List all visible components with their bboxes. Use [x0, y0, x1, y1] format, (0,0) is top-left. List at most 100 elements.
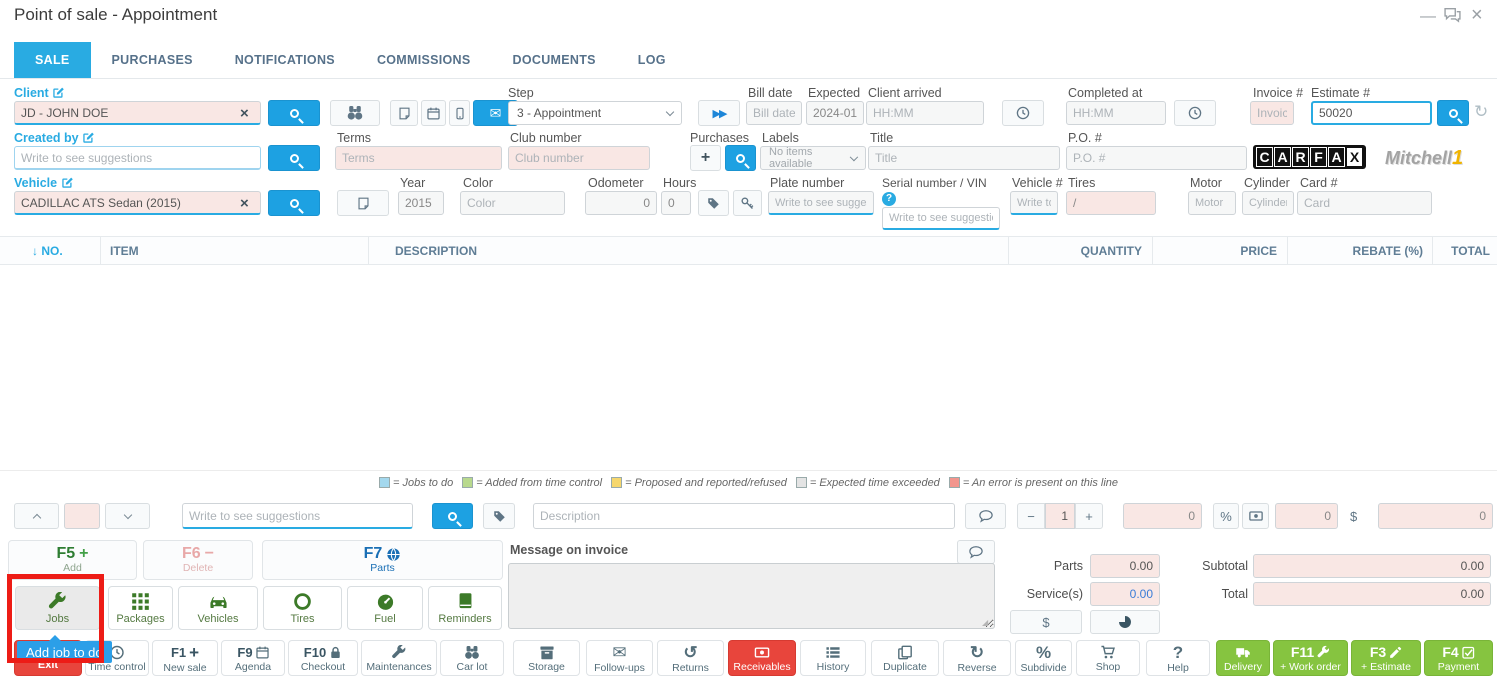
- shop-button[interactable]: Shop: [1076, 640, 1140, 676]
- new-sale-button[interactable]: F1+New sale: [152, 640, 218, 676]
- car-lot-button[interactable]: Car lot: [440, 640, 504, 676]
- f6-delete-button[interactable]: F6− Delete: [143, 540, 253, 580]
- estimate-search-button[interactable]: [1437, 100, 1469, 126]
- percent-button[interactable]: %: [1213, 503, 1239, 529]
- checkout-button[interactable]: F10Checkout: [288, 640, 358, 676]
- created-by-input[interactable]: [14, 146, 261, 170]
- resize-handle-icon[interactable]: ◢: [982, 618, 988, 627]
- client-search-button[interactable]: [268, 100, 320, 126]
- qty-minus-button[interactable]: −: [1017, 503, 1045, 529]
- tires-button[interactable]: Tires: [263, 586, 342, 630]
- subdivide-button[interactable]: %Subdivide: [1015, 640, 1072, 676]
- reverse-button[interactable]: ↻Reverse: [943, 640, 1011, 676]
- parts-total-input[interactable]: [1090, 554, 1160, 578]
- labels-select[interactable]: No items available: [760, 146, 866, 170]
- vehicle-search-button[interactable]: [268, 190, 320, 216]
- fuel-button[interactable]: Fuel: [347, 586, 423, 630]
- club-number-input[interactable]: [508, 146, 650, 170]
- odometer-input[interactable]: [585, 191, 657, 215]
- tab-documents[interactable]: DOCUMENTS: [492, 42, 617, 78]
- step-advance-button[interactable]: ▶▶: [698, 100, 740, 126]
- clear-client-icon[interactable]: ×: [240, 106, 249, 121]
- work-order-button[interactable]: F11+ Work order: [1273, 640, 1348, 676]
- message-textarea[interactable]: [508, 563, 995, 629]
- serial-input[interactable]: [882, 207, 1000, 230]
- description-input[interactable]: [533, 503, 955, 529]
- price-input[interactable]: [1123, 503, 1202, 529]
- rebate-input[interactable]: [1275, 503, 1338, 529]
- bill-date-input[interactable]: [746, 101, 802, 125]
- storage-button[interactable]: Storage: [513, 640, 580, 676]
- payment-button[interactable]: F4Payment: [1424, 640, 1493, 676]
- expected-input[interactable]: [806, 101, 864, 125]
- money-button[interactable]: [1242, 503, 1269, 529]
- estimate-button[interactable]: F3+ Estimate: [1351, 640, 1421, 676]
- line-up-button[interactable]: [14, 503, 59, 529]
- invoice-input[interactable]: [1250, 101, 1294, 125]
- jobs-button[interactable]: Jobs: [15, 586, 100, 630]
- breakdown-button[interactable]: [1090, 610, 1160, 634]
- packages-button[interactable]: Packages: [108, 586, 173, 630]
- tab-log[interactable]: LOG: [617, 42, 687, 78]
- maintenances-button[interactable]: Maintenances: [361, 640, 437, 676]
- close-icon[interactable]: ×: [1471, 4, 1483, 27]
- column-total[interactable]: TOTAL: [1400, 244, 1490, 258]
- card-input[interactable]: [1297, 191, 1432, 215]
- chat-icon[interactable]: [1443, 7, 1462, 24]
- column-no[interactable]: ↓ NO.: [32, 244, 63, 258]
- client-input[interactable]: [14, 101, 261, 125]
- delivery-button[interactable]: Delivery: [1216, 640, 1270, 676]
- column-quantity[interactable]: QUANTITY: [1042, 244, 1142, 258]
- reminders-button[interactable]: Reminders: [428, 586, 502, 630]
- tab-sale[interactable]: SALE: [14, 42, 91, 78]
- follow-ups-button[interactable]: ✉Follow-ups: [586, 640, 653, 676]
- message-comment-button[interactable]: [957, 540, 995, 564]
- help-button[interactable]: ?Help: [1146, 640, 1210, 676]
- returns-button[interactable]: ↺Returns: [657, 640, 724, 676]
- purchases-add-button[interactable]: +: [690, 145, 721, 171]
- services-total-input[interactable]: [1090, 582, 1160, 606]
- tab-notifications[interactable]: NOTIFICATIONS: [214, 42, 356, 78]
- hours-input[interactable]: [661, 191, 691, 215]
- help-icon[interactable]: ?: [882, 192, 896, 206]
- column-price[interactable]: PRICE: [1177, 244, 1277, 258]
- qty-input[interactable]: [1045, 503, 1075, 529]
- cylinder-input[interactable]: [1242, 191, 1294, 215]
- tab-commissions[interactable]: COMMISSIONS: [356, 42, 492, 78]
- estimate-input[interactable]: [1311, 101, 1432, 125]
- carfax-logo[interactable]: CARFAX: [1253, 145, 1366, 169]
- item-search-input[interactable]: [182, 503, 413, 529]
- mitchell1-logo[interactable]: Mitchell1: [1385, 147, 1463, 170]
- items-table-body[interactable]: [0, 265, 1497, 471]
- clear-vehicle-icon[interactable]: ×: [240, 196, 249, 211]
- step-select[interactable]: 3 - Appointment: [508, 101, 682, 125]
- item-search-button[interactable]: [432, 503, 473, 529]
- created-by-search-button[interactable]: [268, 145, 320, 171]
- column-item[interactable]: ITEM: [110, 244, 139, 258]
- column-description[interactable]: DESCRIPTION: [395, 244, 477, 258]
- terms-input[interactable]: [335, 146, 502, 170]
- client-phone-button[interactable]: [449, 100, 470, 126]
- agenda-button[interactable]: F9Agenda: [221, 640, 285, 676]
- purchases-search-button[interactable]: [725, 145, 756, 171]
- vehicle-input[interactable]: [14, 191, 261, 215]
- client-history-button[interactable]: [330, 100, 380, 126]
- client-note-button[interactable]: [390, 100, 418, 126]
- motor-input[interactable]: [1188, 191, 1236, 215]
- title-input[interactable]: [868, 146, 1060, 170]
- line-comment-button[interactable]: [965, 503, 1006, 529]
- client-arrived-clock-button[interactable]: [1002, 100, 1044, 126]
- vehicle-key-button[interactable]: [733, 190, 762, 216]
- completed-at-clock-button[interactable]: [1174, 100, 1216, 126]
- plate-input[interactable]: [768, 191, 874, 215]
- subtotal-input[interactable]: [1253, 554, 1491, 578]
- duplicate-button[interactable]: Duplicate: [871, 640, 939, 676]
- vehicle-number-input[interactable]: [1010, 191, 1058, 215]
- color-input[interactable]: [460, 191, 565, 215]
- minimize-icon[interactable]: —: [1420, 8, 1436, 26]
- po-number-input[interactable]: [1066, 146, 1247, 170]
- f7-parts-button[interactable]: F7 Parts: [262, 540, 503, 580]
- year-input[interactable]: [398, 191, 444, 215]
- vehicles-button[interactable]: Vehicles: [178, 586, 258, 630]
- receivables-button[interactable]: Receivables: [728, 640, 796, 676]
